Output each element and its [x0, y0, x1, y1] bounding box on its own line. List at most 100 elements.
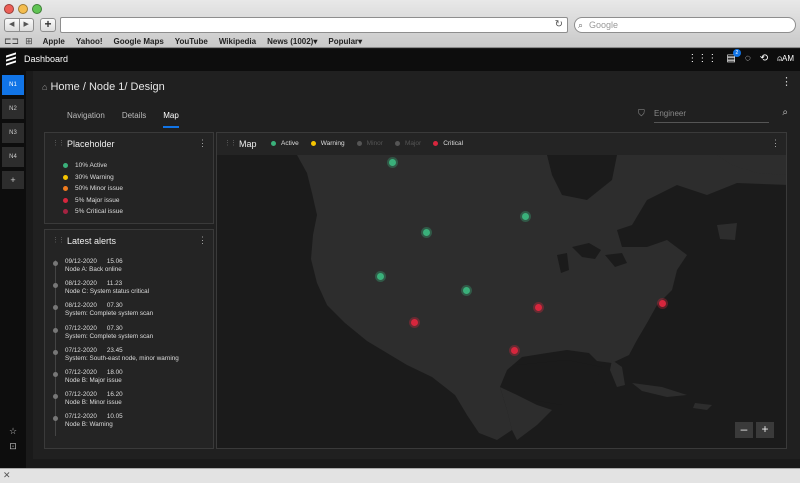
alert-item[interactable]: 07/12-2020 23.45 System: South-east node, … — [53, 346, 205, 369]
map-pin-icon[interactable] — [511, 347, 518, 354]
reload-icon[interactable]: ↻ — [555, 19, 563, 30]
bookmark-item[interactable]: Apple — [43, 37, 65, 46]
map-legend-item[interactable]: Active — [271, 140, 299, 147]
zoom-window-button[interactable] — [32, 4, 42, 14]
card-more-icon[interactable]: ⋮ — [771, 138, 780, 149]
map-pin-icon[interactable] — [389, 159, 396, 166]
alert-date: 08/12-2020 — [65, 302, 97, 310]
drag-handle-icon[interactable]: ⋮⋮ — [52, 139, 65, 147]
alert-item[interactable]: 07/12-2020 16.20 Node B: Minor issue — [53, 391, 205, 413]
alert-item[interactable]: 08/12-2020 07.30 System: Complete system s… — [53, 302, 205, 324]
add-node-button[interactable]: + — [2, 171, 24, 189]
card-more-icon[interactable]: ⋮ — [198, 138, 207, 149]
close-icon[interactable]: ✕ — [3, 470, 11, 481]
node-sidebar: N1 N2 N3 N4 + ☆ ⊡ — [0, 71, 26, 468]
map-legend-item[interactable]: Critical — [433, 140, 463, 147]
sidebar-item-n1[interactable]: N1 — [2, 75, 24, 95]
home-icon[interactable]: ⌂ — [42, 82, 47, 92]
browser-search-input[interactable]: ⌕ Google — [574, 17, 796, 33]
north-america-map — [217, 155, 786, 440]
map-pin-icon[interactable] — [535, 304, 542, 311]
alert-text: Node A: Back online — [65, 266, 122, 273]
grid-icon[interactable]: ⊞ — [25, 36, 33, 47]
engineer-filter-input[interactable]: ⛉ Engineer ⌕ — [638, 107, 788, 123]
zoom-in-button[interactable]: + — [756, 422, 774, 438]
map-pin-icon[interactable] — [377, 273, 384, 280]
alert-date: 07/12-2020 — [65, 391, 97, 399]
zoom-controls: – + — [735, 422, 774, 438]
status-legend-item: 5% Major issue — [63, 195, 123, 207]
map-pin-icon[interactable] — [463, 287, 470, 294]
sidebar-item-n4[interactable]: N4 — [2, 147, 24, 167]
new-tab-button[interactable]: + — [40, 18, 56, 32]
address-bar[interactable]: ↻ — [60, 17, 568, 33]
search-icon[interactable]: ⌕ — [782, 107, 788, 118]
legend-dot-icon — [271, 141, 276, 146]
panel-toggle-icon[interactable]: ⊡ — [0, 441, 26, 452]
map-canvas[interactable]: – + — [217, 155, 786, 448]
apps-grid-icon[interactable]: ⋮⋮⋮ — [687, 53, 717, 64]
close-window-button[interactable] — [4, 4, 14, 14]
zoom-out-button[interactable]: – — [735, 422, 753, 438]
alert-item[interactable]: 07/12-2020 18.00 Node B: Major issue — [53, 368, 205, 391]
alerts-timeline: 09/12-2020 15.06 Node A: Back online 08/12-… — [53, 258, 205, 436]
tab-navigation[interactable]: Navigation — [67, 111, 105, 128]
status-legend-item: 50% Minor issue — [63, 183, 123, 195]
alert-text: System: South-east node, minor warning — [65, 354, 179, 362]
alert-time: 07.30 — [106, 324, 123, 332]
browser-chrome: ◀ ▶ + ↻ ⌕ Google ⊏⊐ ⊞ Apple Yahoo! Googl… — [0, 0, 800, 48]
back-arrow-icon[interactable]: ◀ — [5, 19, 20, 31]
tab-map[interactable]: Map — [163, 111, 179, 128]
alert-text: Node C: System status critical — [65, 288, 149, 296]
legend-dot-icon — [433, 141, 439, 146]
star-icon[interactable]: ☆ — [0, 426, 26, 437]
activity-icon[interactable]: ◌ — [745, 53, 751, 64]
card-more-icon[interactable]: ⋮ — [198, 235, 207, 246]
map-pin-icon[interactable] — [423, 229, 430, 236]
alert-item[interactable]: 09/12-2020 15.06 Node A: Back online — [53, 258, 205, 280]
bookmark-item[interactable]: Wikipedia — [219, 37, 256, 46]
tab-details[interactable]: Details — [122, 111, 146, 128]
bookmark-item[interactable]: YouTube — [175, 37, 208, 46]
user-menu[interactable]: ⍝AM — [777, 54, 794, 64]
minimize-window-button[interactable] — [18, 4, 28, 14]
sidebar-item-n2[interactable]: N2 — [2, 99, 24, 119]
alert-item[interactable]: 07/12-2020 07.30 System: Complete system s… — [53, 324, 205, 347]
history-icon[interactable]: ⟲ — [760, 53, 768, 64]
alert-date: 07/12-2020 — [65, 368, 97, 376]
status-dot-icon — [63, 174, 68, 180]
alert-date: 07/12-2020 — [65, 346, 97, 354]
map-pin-icon[interactable] — [411, 319, 418, 326]
status-dot-icon — [63, 209, 68, 215]
notifications-icon[interactable]: ▤ 2 — [726, 49, 741, 64]
map-legend: Active Warning Minor Major Critical — [271, 140, 475, 147]
alert-item[interactable]: 08/12-2020 11.23 Node C: System status cri… — [53, 280, 205, 302]
forward-arrow-icon[interactable]: ▶ — [20, 19, 34, 31]
main-content: ⌂ Home / Node 1/ Design ⋮ Navigation Deta… — [33, 71, 800, 459]
map-pin-icon[interactable] — [522, 213, 529, 220]
search-icon: ⌕ — [578, 20, 584, 30]
bookmark-item[interactable]: Yahoo! — [76, 37, 103, 46]
alert-item[interactable]: 07/12-2020 10.05 Node B: Warning — [53, 413, 205, 435]
alert-date: 07/12-2020 — [65, 413, 97, 421]
page-more-icon[interactable]: ⋮ — [781, 75, 792, 88]
bookmark-item[interactable]: News (1002)▾ — [267, 37, 317, 46]
legend-dot-icon — [394, 141, 400, 146]
alert-date: 08/12-2020 — [65, 280, 97, 288]
timeline-dot-icon — [53, 349, 58, 355]
timeline-dot-icon — [53, 261, 58, 266]
map-legend-item[interactable]: Warning — [310, 140, 345, 147]
filter-icon: ⛉ — [638, 108, 645, 118]
map-legend-item[interactable]: Minor — [356, 140, 383, 147]
sidebar-item-n3[interactable]: N3 — [2, 123, 24, 143]
bookmark-item[interactable]: Google Maps — [114, 37, 164, 46]
map-pin-icon[interactable] — [659, 300, 666, 307]
bookmark-item[interactable]: Popular▾ — [328, 37, 362, 46]
drag-handle-icon[interactable]: ⋮⋮ — [52, 236, 65, 244]
map-legend-item[interactable]: Major — [394, 140, 421, 147]
alert-date: 09/12-2020 — [65, 258, 97, 265]
browser-nav-buttons: ◀ ▶ — [4, 18, 34, 32]
book-icon[interactable]: ⊏⊐ — [4, 36, 19, 47]
drag-handle-icon[interactable]: ⋮⋮ — [224, 139, 237, 147]
notification-count-badge: 2 — [732, 49, 741, 57]
